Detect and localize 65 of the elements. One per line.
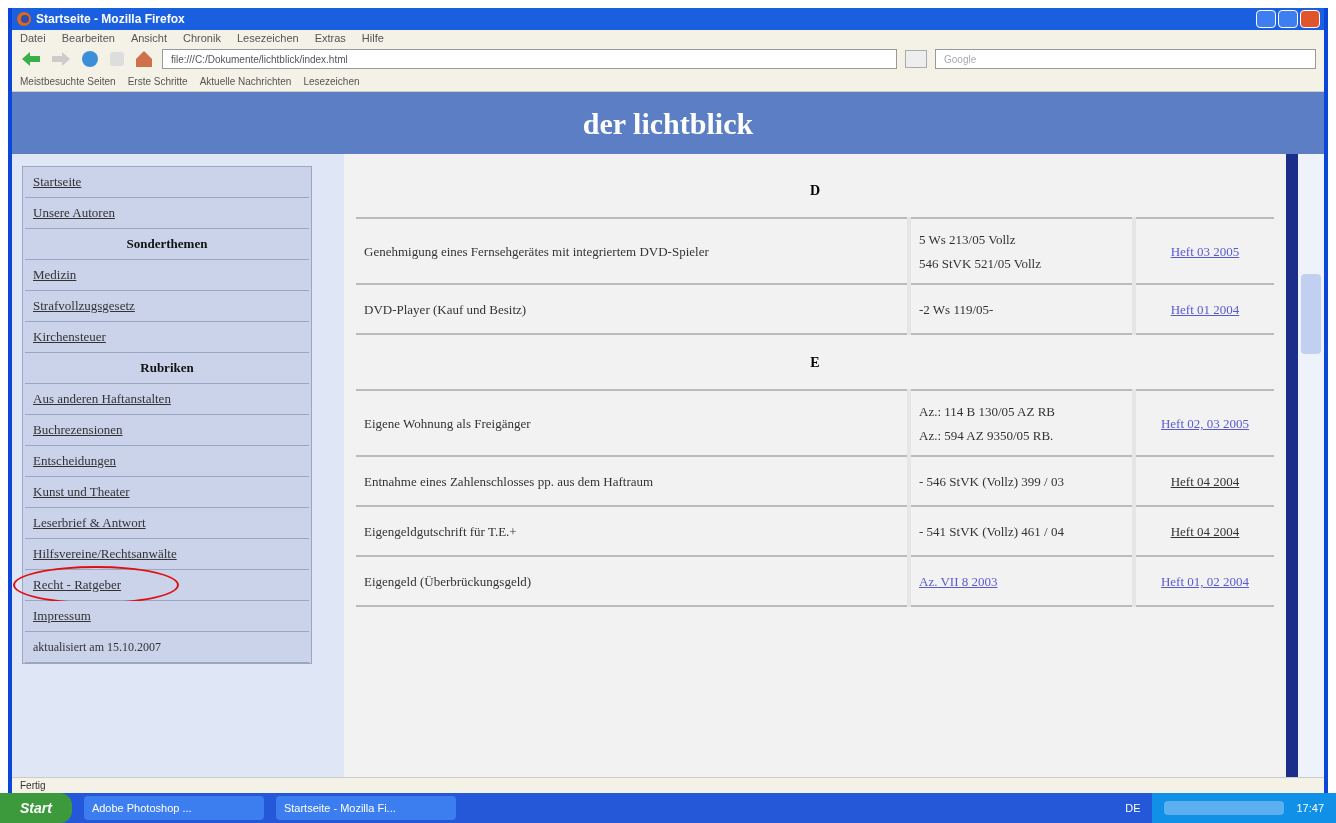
start-button[interactable]: Start <box>0 793 72 823</box>
taskbar-button[interactable]: Adobe Photoshop ... <box>83 796 264 820</box>
browser-logo-icon <box>16 11 32 27</box>
address-field[interactable]: file:///C:/Dokumente/lichtblick/index.html <box>162 49 897 69</box>
update-note: aktualisiert am 15.10.2007 <box>33 640 161 654</box>
taskbar-button[interactable]: Startseite - Mozilla Fi... <box>275 796 456 820</box>
menu-item[interactable]: Hilfe <box>361 29 384 47</box>
sidebar-link[interactable]: Strafvollzugsgesetz <box>33 298 135 313</box>
table-cell: Eigene Wohnung als Freigänger <box>364 416 531 431</box>
sidebar-heading: Rubriken <box>139 359 195 377</box>
home-icon[interactable] <box>134 49 154 69</box>
sidebar-link[interactable]: Startseite <box>33 174 82 189</box>
sidebar-link[interactable]: Buchrezensionen <box>33 422 123 437</box>
letter-heading: E <box>810 355 820 370</box>
reload-icon[interactable] <box>80 49 100 69</box>
table-cell: Eigengeld (Überbrückungsgeld) <box>364 574 532 589</box>
minimize-button[interactable] <box>1256 10 1276 28</box>
menu-item[interactable]: Datei <box>20 29 46 47</box>
bookmark-item[interactable]: Meistbesuchte Seiten <box>20 74 116 89</box>
bookmark-item[interactable]: Lesezeichen <box>303 74 360 89</box>
clock: 17:47 <box>1296 800 1324 816</box>
window-title: Startseite - Mozilla Firefox <box>36 11 185 28</box>
sidebar-link[interactable]: Aus anderen Haftanstalten <box>33 391 171 406</box>
back-arrow-icon[interactable] <box>20 50 42 68</box>
sidebar-link[interactable]: Leserbrief & Antwort <box>33 515 146 530</box>
reference-link[interactable]: Az. VII 8 2003 <box>919 574 998 589</box>
table-cell: Genehmigung eines Fernsehgerätes mit integriertem DVD-Spieler <box>364 244 709 259</box>
issue-link[interactable]: Heft 02, 03 2005 <box>1160 416 1250 431</box>
go-button[interactable] <box>905 50 927 68</box>
scrollbar[interactable] <box>1298 154 1324 777</box>
sidebar-link[interactable]: Impressum <box>33 608 91 623</box>
issue-link[interactable]: Heft 03 2005 <box>1170 244 1240 259</box>
issue-link[interactable]: Heft 04 2004 <box>1170 474 1240 489</box>
table-cell: - 546 StVK (Vollz) 399 / 03 <box>919 474 1064 489</box>
menu-item[interactable]: Chronik <box>183 29 221 47</box>
sidebar-link[interactable]: Unsere Autoren <box>33 205 115 220</box>
sidebar-link[interactable]: Medizin <box>33 267 77 282</box>
table-cell: 5 Ws 213/05 Vollz 546 StVK 521/05 Vollz <box>919 232 1041 271</box>
table-cell: - 541 StVK (Vollz) 461 / 04 <box>919 524 1064 539</box>
bookmark-item[interactable]: Aktuelle Nachrichten <box>199 74 292 89</box>
menu-item[interactable]: Extras <box>314 29 346 47</box>
sidebar-link[interactable]: Kirchensteuer <box>33 329 106 344</box>
menu-item[interactable]: Bearbeiten <box>61 29 115 47</box>
letter-heading: D <box>809 182 821 198</box>
site-title: der lichtblick <box>582 105 754 142</box>
issue-link[interactable]: Heft 01 2004 <box>1170 302 1240 317</box>
table-cell: Eigengeldgutschrift für T.E.+ <box>364 524 517 539</box>
table-cell: DVD-Player (Kauf und Besitz) <box>364 302 527 317</box>
table-cell: -2 Ws 119/05- <box>919 302 994 317</box>
sidebar-link[interactable]: Recht - Ratgeber <box>33 577 122 592</box>
issue-link[interactable]: Heft 04 2004 <box>1170 524 1240 539</box>
table-cell: Entnahme eines Zahlenschlosses pp. aus dem Haftraum <box>364 474 654 489</box>
menu-item[interactable]: Lesezeichen <box>236 29 299 47</box>
issue-link[interactable]: Heft 01, 02 2004 <box>1160 574 1250 589</box>
menu-item[interactable]: Ansicht <box>130 29 167 47</box>
status-text: Fertig <box>20 779 46 793</box>
close-button[interactable] <box>1300 10 1320 28</box>
bookmark-item[interactable]: Erste Schritte <box>127 74 188 89</box>
sidebar-heading: Sonderthemen <box>125 235 209 253</box>
table-cell: Az.: 114 B 130/05 AZ RB Az.: 594 AZ 9350/05 RB. <box>919 404 1056 443</box>
sidebar-link[interactable]: Hilfsvereine/Rechtsanwälte <box>33 546 177 561</box>
sidebar-link[interactable]: Entscheidungen <box>33 453 117 468</box>
sidebar-link[interactable]: Kunst und Theater <box>33 484 130 499</box>
keyboard-language: DE <box>1125 800 1141 816</box>
maximize-button[interactable] <box>1278 10 1298 28</box>
